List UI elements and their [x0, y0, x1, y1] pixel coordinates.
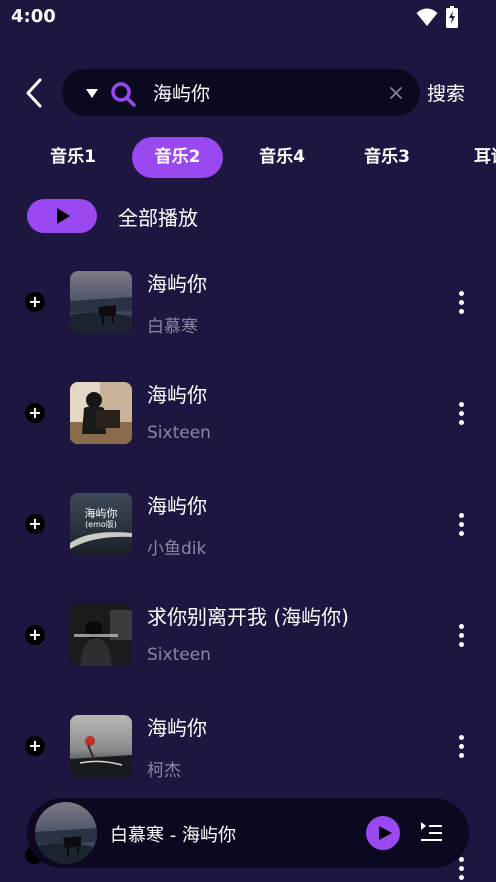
- song-cover: [70, 382, 132, 444]
- search-input[interactable]: [153, 79, 363, 106]
- song-cover: [70, 715, 132, 777]
- wifi-icon: [416, 8, 438, 26]
- cover-subtext: (emo版): [85, 519, 117, 529]
- song-item[interactable]: + 海屿你 柯杰: [0, 692, 496, 803]
- clear-icon[interactable]: [388, 85, 404, 101]
- play-icon: [379, 826, 392, 840]
- play-icon: [57, 208, 70, 224]
- add-icon[interactable]: +: [25, 514, 45, 534]
- search-icon: [111, 82, 136, 107]
- status-icons: [416, 6, 460, 28]
- add-icon[interactable]: +: [25, 292, 45, 312]
- cover-text: 海屿你: [85, 506, 118, 520]
- song-artist: 小鱼dik: [147, 539, 207, 559]
- song-artist: 柯杰: [147, 761, 181, 781]
- add-icon[interactable]: +: [25, 403, 45, 423]
- status-bar: 4:00: [0, 0, 496, 34]
- song-title: 海屿你: [147, 716, 207, 740]
- tab-whisper[interactable]: 耳语: [446, 137, 496, 178]
- play-all-button[interactable]: [27, 199, 97, 233]
- search-box: [62, 69, 420, 116]
- source-tabs: 音乐1 音乐2 音乐4 音乐3 耳语: [0, 137, 496, 179]
- song-artist: Sixteen: [147, 423, 211, 443]
- song-item[interactable]: + 海屿你 Sixteen: [0, 359, 496, 470]
- song-cover: [70, 271, 132, 333]
- status-time: 4:00: [11, 6, 56, 27]
- player-cover: [35, 802, 97, 864]
- more-options-icon[interactable]: [452, 511, 470, 539]
- add-icon[interactable]: +: [25, 736, 45, 756]
- song-item[interactable]: + 海屿你 白慕寒: [0, 248, 496, 359]
- now-playing-title: 白慕寒 - 海屿你: [110, 825, 236, 846]
- play-all-row: 全部播放: [0, 197, 496, 235]
- dropdown-triangle-icon[interactable]: [82, 83, 102, 103]
- song-title: 海屿你: [147, 494, 207, 518]
- mini-player[interactable]: 白慕寒 - 海屿你: [27, 798, 469, 868]
- more-options-icon[interactable]: [452, 622, 470, 650]
- song-item[interactable]: + 海屿你 (emo版) 海屿你 小鱼dik: [0, 470, 496, 581]
- battery-charging-icon: [446, 6, 458, 28]
- tab-music3[interactable]: 音乐3: [342, 137, 432, 178]
- back-arrow-icon[interactable]: [20, 77, 50, 109]
- more-options-icon[interactable]: [452, 400, 470, 428]
- song-title: 求你别离开我 (海屿你): [147, 605, 349, 629]
- song-artist: Sixteen: [147, 645, 211, 665]
- song-title: 海屿你: [147, 272, 207, 296]
- player-play-button[interactable]: [366, 816, 400, 850]
- song-cover: [70, 604, 132, 666]
- play-all-label: 全部播放: [118, 206, 198, 230]
- search-row: 搜索: [0, 66, 496, 120]
- tab-music2[interactable]: 音乐2: [132, 137, 223, 178]
- song-artist: 白慕寒: [147, 317, 198, 337]
- playlist-icon[interactable]: [420, 821, 444, 843]
- tab-music1[interactable]: 音乐1: [28, 137, 118, 178]
- search-button[interactable]: 搜索: [427, 79, 465, 106]
- add-icon[interactable]: +: [25, 625, 45, 645]
- song-title: 海屿你: [147, 383, 207, 407]
- song-cover: 海屿你 (emo版): [70, 493, 132, 555]
- more-options-icon[interactable]: [452, 289, 470, 317]
- tab-music4[interactable]: 音乐4: [237, 137, 327, 178]
- song-item[interactable]: + 求你别离开我 (海屿你) Sixteen: [0, 581, 496, 692]
- more-options-icon[interactable]: [452, 733, 470, 761]
